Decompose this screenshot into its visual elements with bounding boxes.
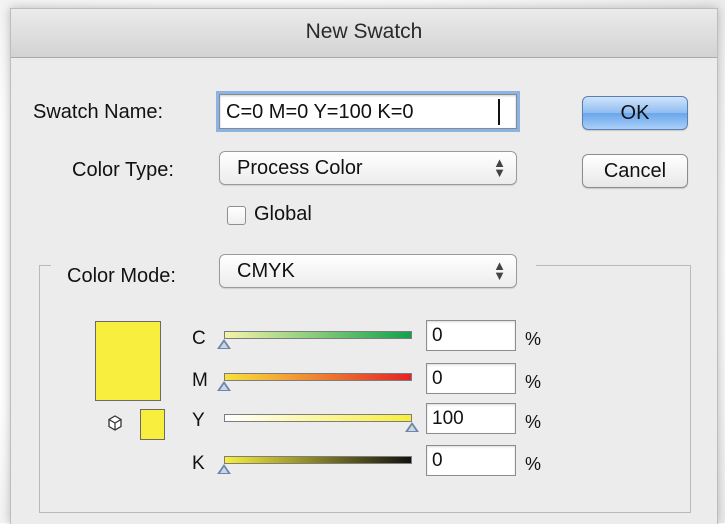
- color-mode-value: CMYK: [237, 260, 295, 282]
- black-label: K: [192, 453, 205, 474]
- color-type-label: Color Type:: [72, 159, 174, 181]
- yellow-slider-thumb[interactable]: [405, 422, 419, 432]
- web-safe-color-swatch[interactable]: [140, 409, 165, 440]
- color-mode-label: Color Mode:: [67, 265, 176, 287]
- black-value-input[interactable]: 0: [426, 445, 516, 476]
- out-of-gamut-cube-icon: [108, 415, 122, 431]
- color-type-select[interactable]: Process Color ▲ ▼: [219, 151, 517, 185]
- cyan-label: C: [192, 328, 206, 349]
- magenta-percent-label: %: [525, 372, 542, 392]
- magenta-value-input[interactable]: 0: [426, 363, 516, 394]
- color-preview-swatch: [95, 321, 161, 401]
- magenta-slider-thumb[interactable]: [217, 381, 231, 391]
- new-swatch-dialog: New Swatch Swatch Name: C=0 M=0 Y=100 K=…: [10, 8, 718, 524]
- color-type-value: Process Color: [237, 157, 363, 179]
- yellow-slider-track[interactable]: [224, 414, 412, 422]
- cyan-percent-label: %: [525, 329, 542, 349]
- text-caret: [498, 99, 500, 125]
- select-arrows-icon: ▲ ▼: [493, 155, 506, 180]
- magenta-label: M: [192, 370, 208, 391]
- global-label: Global: [254, 203, 312, 225]
- swatch-name-label: Swatch Name:: [33, 101, 164, 123]
- black-slider-track[interactable]: [224, 456, 412, 464]
- cancel-button[interactable]: Cancel: [582, 154, 688, 188]
- yellow-label: Y: [192, 410, 205, 431]
- color-mode-select[interactable]: CMYK ▲ ▼: [219, 254, 517, 288]
- black-slider-thumb[interactable]: [217, 464, 231, 474]
- global-checkbox[interactable]: [227, 206, 246, 225]
- cyan-value-input[interactable]: 0: [426, 320, 516, 351]
- ok-button[interactable]: OK: [582, 96, 688, 130]
- swatch-name-input[interactable]: C=0 M=0 Y=100 K=0: [219, 94, 517, 129]
- cyan-slider-thumb[interactable]: [217, 339, 231, 349]
- dialog-title: New Swatch: [11, 9, 717, 58]
- select-arrows-icon: ▲ ▼: [493, 258, 506, 283]
- yellow-value-input[interactable]: 100: [426, 403, 516, 434]
- magenta-slider-track[interactable]: [224, 373, 412, 381]
- yellow-percent-label: %: [525, 412, 542, 432]
- cyan-slider-track[interactable]: [224, 331, 412, 339]
- black-percent-label: %: [525, 454, 542, 474]
